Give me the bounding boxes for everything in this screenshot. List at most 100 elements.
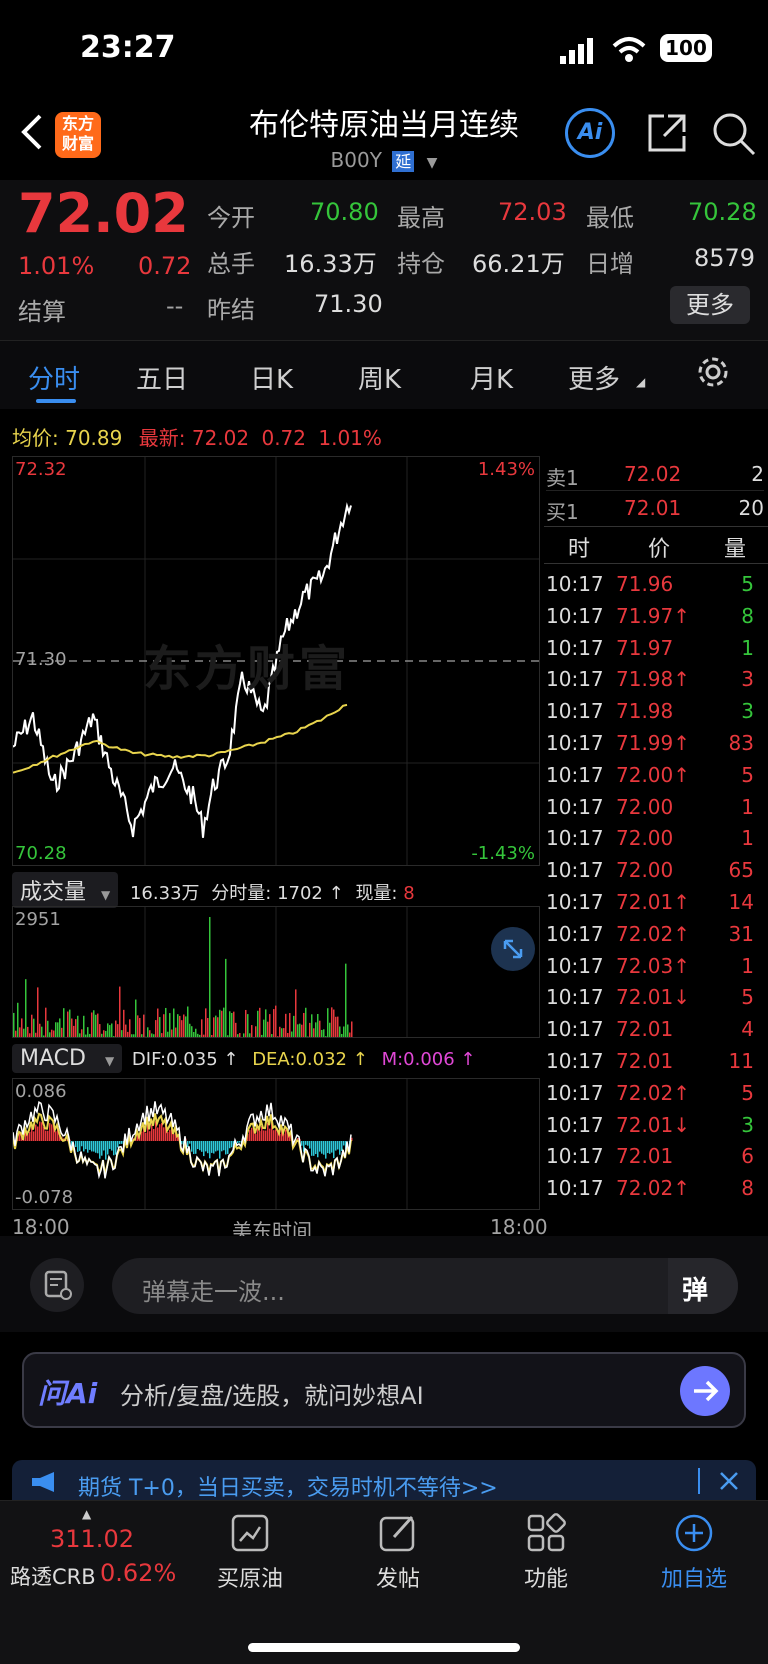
macd-bar xyxy=(237,1141,239,1143)
volume-bar xyxy=(57,1022,59,1037)
danmaku-bar: 弹幕走一波... 弹 xyxy=(0,1236,768,1332)
last-price: 72.02 xyxy=(18,182,189,245)
volume-bar xyxy=(219,1010,221,1037)
volume-chart[interactable]: 2951 xyxy=(12,906,540,1038)
trades-header: 时 价 量 xyxy=(544,526,768,564)
tab-daily-k[interactable]: 日K xyxy=(250,359,293,396)
macd-chart[interactable]: 0.086 -0.078 xyxy=(12,1078,540,1210)
tab-five-day[interactable]: 五日 xyxy=(136,359,188,396)
danmaku-placeholder: 弹幕走一波... xyxy=(142,1272,285,1307)
expand-icon[interactable] xyxy=(491,927,535,971)
ai-button[interactable]: Ai xyxy=(565,108,615,158)
settings-icon[interactable] xyxy=(696,355,730,393)
trade-time: 10:17 xyxy=(546,1049,604,1073)
grid-icon xyxy=(526,1513,566,1553)
volume-bar xyxy=(177,1014,179,1037)
order-book: 卖1 72.02 2 买1 72.01 20 时 价 量 10:1771.965… xyxy=(544,456,768,1236)
volume-bar xyxy=(295,989,297,1037)
index-pct: 0.62% xyxy=(100,1559,176,1587)
volume-bar xyxy=(333,1010,335,1037)
macd-bar xyxy=(159,1124,161,1141)
volume-bar xyxy=(183,1014,185,1037)
volume-bar xyxy=(155,1020,157,1037)
danmaku-send-button[interactable]: 弹 xyxy=(668,1258,738,1314)
tab-weekly-k[interactable]: 周K xyxy=(358,359,401,396)
buy-oil-button[interactable]: 买原油 xyxy=(190,1513,310,1593)
dropdown-icon[interactable]: ▼ xyxy=(427,155,438,171)
trade-time: 10:17 xyxy=(546,604,604,628)
post-button[interactable]: 发帖 xyxy=(338,1513,458,1593)
trade-time: 10:17 xyxy=(546,858,604,882)
trade-time: 10:17 xyxy=(546,922,604,946)
promo-banner[interactable]: 期货 T+0，当日买卖，交易时机不等待>> xyxy=(12,1460,756,1504)
volume-bar xyxy=(51,1030,53,1037)
macd-bar xyxy=(255,1134,257,1141)
volume-selector[interactable]: 成交量 ▼ xyxy=(12,872,118,908)
index-up-icon: ▲ xyxy=(82,1507,91,1521)
share-icon[interactable] xyxy=(646,112,688,158)
volume-bar xyxy=(317,1014,319,1037)
volume-bar xyxy=(233,1012,235,1037)
macd-bar xyxy=(35,1125,37,1141)
add-circle-icon xyxy=(674,1513,714,1553)
trade-row: 10:1772.03↑1 xyxy=(544,948,760,982)
volume-bar xyxy=(141,1034,143,1037)
macd-top: 0.086 xyxy=(15,1081,67,1102)
volume-bar xyxy=(325,1036,327,1037)
code-text: B00Y xyxy=(331,148,382,172)
add-watchlist-button[interactable]: 加自选 xyxy=(634,1513,754,1593)
trade-time: 10:17 xyxy=(546,795,604,819)
more-button[interactable]: 更多 xyxy=(670,286,750,324)
danmaku-settings-icon[interactable] xyxy=(30,1258,84,1312)
latest-value: 72.02 xyxy=(192,426,249,450)
ask-ai-bar[interactable]: 问Ai 分析/复盘/选股，就问妙想AI xyxy=(22,1352,746,1428)
volume-bar xyxy=(285,1014,287,1037)
macd-bar xyxy=(85,1141,87,1149)
macd-bar xyxy=(105,1141,107,1160)
volume-bar xyxy=(271,1034,273,1037)
trade-row: 10:1771.971 xyxy=(544,630,760,664)
trade-qty: 5 xyxy=(741,985,754,1009)
tab-intraday[interactable]: 分时 xyxy=(28,359,80,396)
volume-bar xyxy=(231,1013,233,1037)
macd-bar xyxy=(111,1141,113,1151)
macd-selector[interactable]: MACD ▼ xyxy=(12,1044,122,1073)
tab-more[interactable]: 更多 xyxy=(568,359,620,396)
trade-row: 10:1772.01↓3 xyxy=(544,1107,760,1141)
price-chart[interactable]: 东方财富 72.32 1.43% 71.30 70.28 -1.43% xyxy=(12,456,540,866)
macd-bar xyxy=(209,1141,211,1158)
functions-button[interactable]: 功能 xyxy=(486,1513,606,1593)
volume-bar xyxy=(339,1027,341,1037)
volume-bar xyxy=(133,1034,135,1037)
volume-bar xyxy=(245,1010,247,1037)
tab-monthly-k[interactable]: 月K xyxy=(470,359,513,396)
trade-row: 10:1772.0111 xyxy=(544,1043,760,1077)
ask-ai-send-button[interactable] xyxy=(680,1366,730,1416)
latest-label: 最新: xyxy=(139,426,186,450)
banner-close-icon[interactable] xyxy=(718,1470,740,1496)
trade-time: 10:17 xyxy=(546,1017,604,1041)
danmaku-input[interactable]: 弹幕走一波... 弹 xyxy=(112,1258,738,1314)
macd-bar xyxy=(119,1141,121,1144)
banner-text: 期货 T+0，当日买卖，交易时机不等待>> xyxy=(78,1470,498,1502)
macd-bar xyxy=(275,1129,277,1141)
index-value[interactable]: 311.02 xyxy=(50,1525,134,1553)
volume-bar xyxy=(135,1000,137,1037)
prev-settle-value: 71.30 xyxy=(314,290,383,318)
oi-label: 持仓 xyxy=(397,244,445,279)
search-icon[interactable] xyxy=(712,112,756,160)
volume-bar xyxy=(315,1022,317,1037)
volume-bar xyxy=(277,1036,279,1037)
volume-bar xyxy=(27,1027,29,1037)
index-name[interactable]: 路透CRB xyxy=(10,1561,96,1591)
trade-time: 10:17 xyxy=(546,667,604,691)
volume-bar xyxy=(267,1022,269,1037)
ask-price: 72.02 xyxy=(624,462,681,486)
macd-bar xyxy=(325,1141,327,1159)
volume-bar xyxy=(115,1021,117,1037)
trade-row: 10:1772.001 xyxy=(544,789,760,823)
trade-qty: 4 xyxy=(741,1017,754,1041)
volume-bar xyxy=(67,1012,69,1037)
latest-pct: 1.01% xyxy=(318,426,382,450)
volume-bar xyxy=(195,1029,197,1037)
